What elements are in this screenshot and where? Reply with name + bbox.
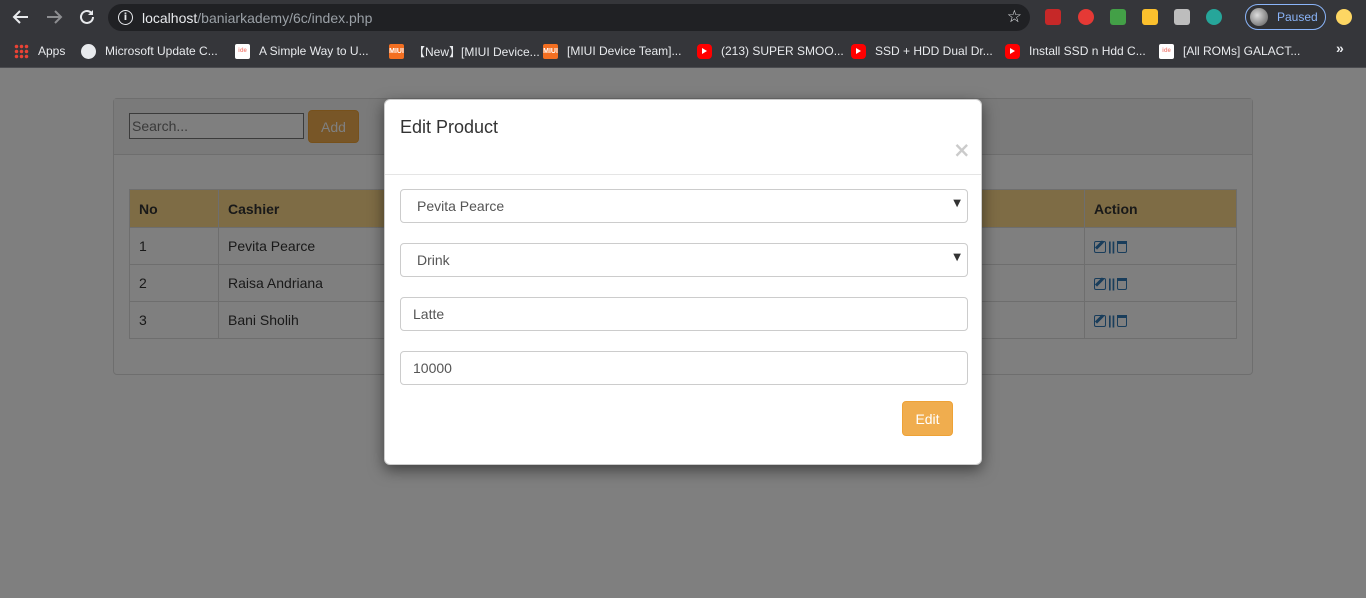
close-icon[interactable]: × — [953, 138, 971, 162]
modal-title: Edit Product — [400, 117, 499, 137]
cashier-selected-value: Pevita Pearce — [417, 198, 505, 214]
bookmark-star-icon[interactable]: ☆ — [1007, 7, 1022, 27]
product-name-input[interactable]: Latte — [400, 297, 968, 331]
category-select[interactable]: Drink ▼ — [400, 243, 968, 277]
address-bar[interactable]: i localhost/baniarkademy/6c/index.php ☆ — [108, 4, 1030, 31]
bookmark-apps[interactable]: Apps — [14, 43, 65, 59]
bookmark-item[interactable]: MIUI 【New】[MIUI Device... — [389, 43, 540, 59]
bookmarks-bar: Apps Microsoft Update C... ide A Simple W… — [0, 35, 1366, 68]
url-text: localhost/baniarkademy/6c/index.php — [142, 10, 373, 26]
ide-icon: ide — [1159, 43, 1174, 59]
bookmark-item[interactable]: ide A Simple Way to U... — [235, 43, 369, 59]
cube-extension-icon[interactable] — [1174, 9, 1190, 25]
vue-devtools-extension-icon[interactable] — [1142, 9, 1158, 25]
edit-product-modal: Edit Product × Pevita Pearce ▼ Drink ▼ L… — [384, 99, 982, 465]
youtube-icon — [697, 43, 712, 59]
miui-icon: MIUI — [543, 43, 558, 59]
reload-icon[interactable] — [76, 6, 98, 28]
browser-toolbar: i localhost/baniarkademy/6c/index.php ☆ … — [0, 0, 1366, 35]
forward-arrow-icon[interactable] — [43, 6, 65, 28]
ide-icon: ide — [235, 43, 250, 59]
site-info-icon[interactable]: i — [118, 10, 133, 25]
bookmark-item[interactable]: MIUI [MIUI Device Team]... — [543, 43, 681, 59]
youtube-icon — [851, 43, 866, 59]
profile-button[interactable]: Paused — [1245, 4, 1326, 30]
cashier-select[interactable]: Pevita Pearce ▼ — [400, 189, 968, 223]
bookmark-item[interactable]: (213) SUPER SMOO... — [697, 43, 844, 59]
bookmark-item[interactable]: ide [All ROMs] GALACT... — [1159, 43, 1300, 59]
bookmark-item[interactable]: SSD + HDD Dual Dr... — [851, 43, 993, 59]
miui-icon: MIUI — [389, 43, 404, 59]
reading-extension-icon[interactable] — [1206, 9, 1222, 25]
pdf-extension-icon[interactable] — [1045, 9, 1061, 25]
globe-icon — [81, 43, 96, 59]
adblock-extension-icon[interactable] — [1078, 9, 1094, 25]
bookmark-item[interactable]: Microsoft Update C... — [81, 43, 218, 59]
price-input[interactable]: 10000 — [400, 351, 968, 385]
avatar — [1250, 8, 1268, 26]
cors-extension-icon[interactable] — [1110, 9, 1126, 25]
bookmark-item[interactable]: Install SSD n Hdd C... — [1005, 43, 1146, 59]
edit-button[interactable]: Edit — [902, 401, 953, 436]
apps-grid-icon — [14, 43, 29, 59]
modal-header: Edit Product × — [385, 100, 981, 175]
more-bookmarks-icon[interactable]: » — [1336, 40, 1344, 56]
category-selected-value: Drink — [417, 252, 450, 268]
chevron-down-icon: ▼ — [953, 252, 961, 263]
back-arrow-icon[interactable] — [10, 6, 32, 28]
youtube-icon — [1005, 43, 1020, 59]
chevron-down-icon: ▼ — [953, 198, 961, 209]
browser-menu-icon[interactable] — [1336, 9, 1352, 25]
profile-status: Paused — [1277, 10, 1318, 24]
